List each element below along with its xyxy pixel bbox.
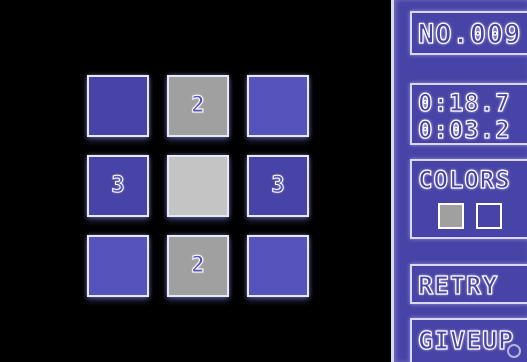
timer-panel: 0:18.7 0:03.2 xyxy=(410,83,527,145)
level-panel: NO.009 xyxy=(410,11,527,55)
retry-button[interactable]: RETRY xyxy=(410,264,527,304)
sidebar: NO.009 0:18.7 0:03.2 COLORS RETRY GIVEUP xyxy=(391,0,527,362)
color-swatch-blue[interactable] xyxy=(476,203,502,229)
grid-tile-r1-c0[interactable]: 3 xyxy=(87,155,149,217)
giveup-label: GIVEUP xyxy=(417,325,515,355)
game-board: 2 3 3 2 xyxy=(0,0,390,362)
tile-number: 2 xyxy=(191,93,205,118)
retry-label: RETRY xyxy=(417,270,499,300)
color-swatch-gray[interactable] xyxy=(438,203,464,229)
colors-label: COLORS xyxy=(417,165,511,194)
level-number: NO.009 xyxy=(417,18,522,50)
total-time: 0:18.7 xyxy=(417,88,511,117)
grid-tile-r1-c2[interactable]: 3 xyxy=(247,155,309,217)
grid-tile-r1-c1[interactable] xyxy=(167,155,229,217)
grid-tile-r0-c0[interactable] xyxy=(87,75,149,137)
tile-number: 3 xyxy=(271,173,285,198)
grid-tile-r2-c2[interactable] xyxy=(247,235,309,297)
tile-number: 3 xyxy=(111,173,125,198)
grid-tile-r0-c1[interactable]: 2 xyxy=(167,75,229,137)
move-time: 0:03.2 xyxy=(417,115,511,144)
colors-panel: COLORS xyxy=(410,159,527,239)
grid-tile-r2-c1[interactable]: 2 xyxy=(167,235,229,297)
grid-tile-r0-c2[interactable] xyxy=(247,75,309,137)
tile-number: 2 xyxy=(191,253,205,278)
watermark-logo xyxy=(507,344,521,358)
grid-tile-r2-c0[interactable] xyxy=(87,235,149,297)
